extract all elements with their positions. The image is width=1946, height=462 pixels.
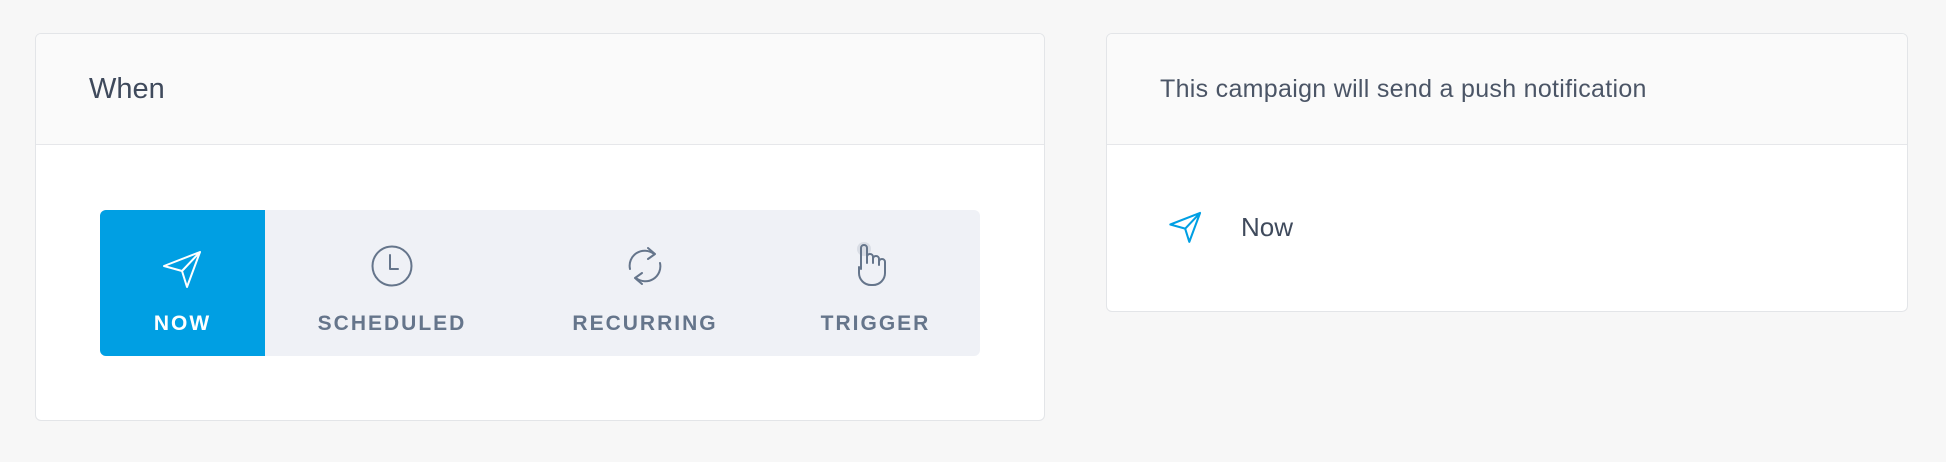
option-trigger[interactable]: TRIGGER [771, 210, 980, 356]
send-time-selector: NOW SCHEDULED RECURRING TRIGGER [100, 210, 980, 356]
summary-card-header: This campaign will send a push notificat… [1107, 34, 1907, 145]
paper-plane-icon [1169, 211, 1202, 243]
option-now-label: NOW [153, 312, 212, 335]
when-title: When [89, 72, 165, 105]
clock-icon [371, 245, 413, 287]
option-recurring[interactable]: RECURRING [519, 210, 771, 356]
option-recurring-label: RECURRING [572, 312, 718, 335]
summary-schedule: Now [1167, 208, 1293, 246]
pointer-hand-icon [857, 242, 886, 286]
option-scheduled-label: SCHEDULED [317, 312, 467, 335]
option-trigger-label: TRIGGER [820, 312, 931, 335]
when-card-header: When [36, 34, 1044, 145]
summary-title: This campaign will send a push notificat… [1160, 74, 1647, 103]
refresh-icon [628, 247, 662, 285]
option-now[interactable]: NOW [100, 210, 265, 356]
summary-card: This campaign will send a push notificat… [1106, 33, 1908, 312]
when-card: When NOW SCHEDULED RECURRING TRIGGER [35, 33, 1045, 421]
option-scheduled[interactable]: SCHEDULED [265, 210, 519, 356]
summary-schedule-value: Now [1241, 211, 1294, 242]
paper-plane-icon [163, 251, 201, 288]
